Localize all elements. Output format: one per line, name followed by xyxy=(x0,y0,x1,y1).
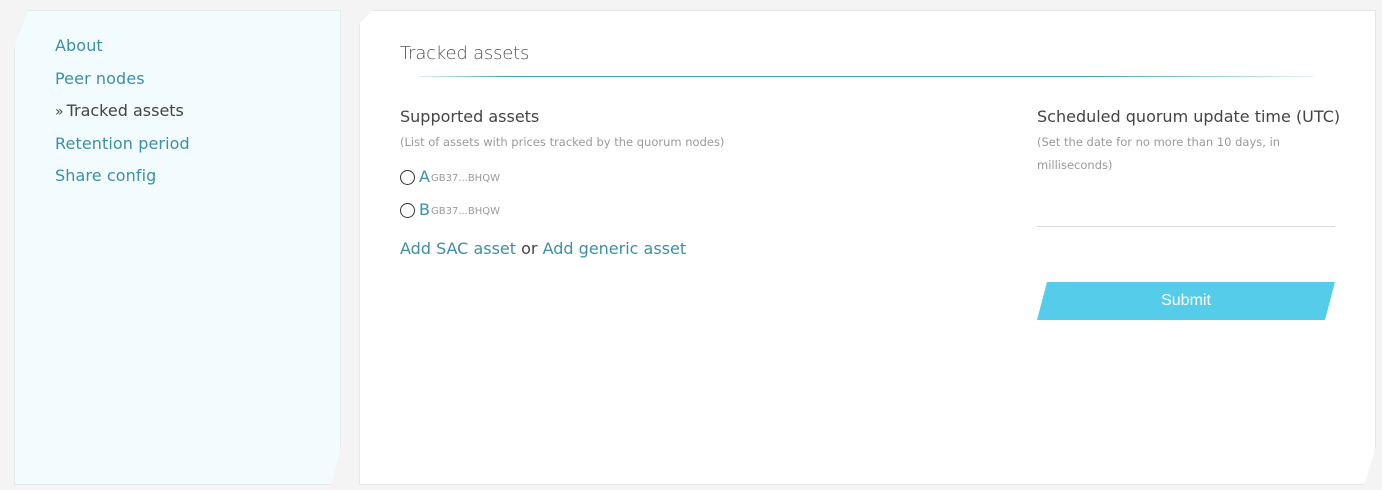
schedule-time-hint: (Set the date for no more than 10 days, … xyxy=(1037,135,1281,172)
supported-assets-hint: (List of assets with prices tracked by t… xyxy=(400,135,725,149)
double-chevron-right-icon: » xyxy=(55,104,64,120)
radio-button[interactable] xyxy=(400,170,415,185)
asset-code: B xyxy=(419,200,430,219)
add-asset-row: Add SAC asset or Add generic asset xyxy=(400,239,686,258)
schedule-time-input[interactable] xyxy=(1037,201,1335,227)
asset-code: A xyxy=(419,167,430,186)
sidebar-menu: About Peer nodes » Tracked assets Retenti… xyxy=(55,35,190,198)
sidebar-item-retention-period[interactable]: Retention period xyxy=(55,134,190,153)
main-panel: Tracked assets Supported assets (List of… xyxy=(359,10,1376,485)
supported-assets-label: Supported assets xyxy=(400,107,540,126)
asset-issuer: GB37...BHQW xyxy=(430,173,500,184)
sidebar-item-about[interactable]: About xyxy=(55,36,103,55)
sidebar-item-label: Tracked assets xyxy=(66,101,184,120)
page-title: Tracked assets xyxy=(400,43,530,64)
sidebar-item-tracked-assets[interactable]: » Tracked assets xyxy=(55,100,190,133)
title-divider xyxy=(418,76,1314,77)
or-text: or xyxy=(521,239,538,258)
add-sac-asset-link[interactable]: Add SAC asset xyxy=(400,239,516,258)
sidebar-item-peer-nodes[interactable]: Peer nodes xyxy=(55,69,145,88)
schedule-time-label: Scheduled quorum update time (UTC) xyxy=(1037,107,1341,126)
radio-button[interactable] xyxy=(400,203,415,218)
submit-button[interactable]: Submit xyxy=(1037,282,1335,320)
asset-item-a[interactable]: A GB37...BHQW xyxy=(400,168,500,186)
sidebar-item-share-config[interactable]: Share config xyxy=(55,166,156,185)
asset-issuer: GB37...BHQW xyxy=(430,206,500,217)
asset-item-b[interactable]: B GB37...BHQW xyxy=(400,201,500,219)
sidebar: About Peer nodes » Tracked assets Retenti… xyxy=(14,10,341,485)
add-generic-asset-link[interactable]: Add generic asset xyxy=(543,239,687,258)
